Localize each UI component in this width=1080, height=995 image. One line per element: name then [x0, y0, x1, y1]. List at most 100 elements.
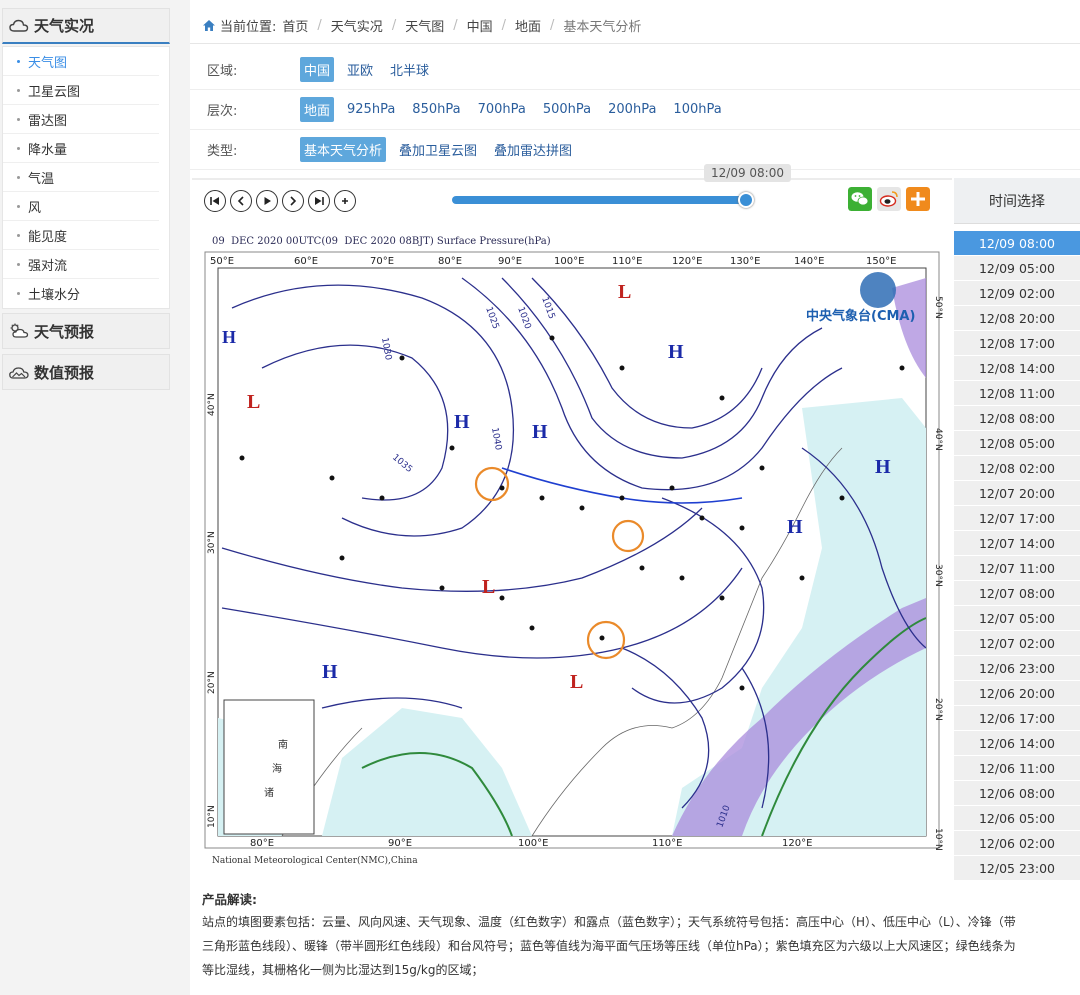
level-option-850[interactable]: 850hPa — [408, 99, 464, 120]
lon-label: 90°E — [498, 256, 522, 267]
time-item[interactable]: 12/06 05:00 — [954, 806, 1080, 831]
sidebar-item-label: 风 — [28, 197, 41, 216]
lon-label: 80°E — [250, 838, 274, 849]
time-item[interactable]: 12/09 02:00 — [954, 281, 1080, 306]
next-frame-button[interactable] — [282, 190, 304, 212]
cma-logo-text: 中央气象台(CMA) — [806, 308, 915, 324]
time-item[interactable]: 12/07 05:00 — [954, 606, 1080, 631]
add-share-button[interactable] — [906, 187, 930, 211]
zoom-in-icon — [339, 195, 351, 207]
level-option-200[interactable]: 200hPa — [604, 99, 660, 120]
time-item[interactable]: 12/08 02:00 — [954, 456, 1080, 481]
map-footer: National Meteorological Center(NMC),Chin… — [212, 856, 418, 866]
cma-logo-icon — [860, 272, 896, 308]
level-option-500[interactable]: 500hPa — [539, 99, 595, 120]
time-item[interactable]: 12/06 17:00 — [954, 706, 1080, 731]
breadcrumb-weather-obs[interactable]: 天气实况 — [331, 16, 383, 35]
level-option-700[interactable]: 700hPa — [474, 99, 530, 120]
time-item[interactable]: 12/06 23:00 — [954, 656, 1080, 681]
high-center-label: H — [532, 421, 548, 443]
sidebar-item-precipitation[interactable]: 降水量 — [3, 134, 159, 163]
lon-label: 80°E — [438, 256, 462, 267]
type-option-radar-overlay[interactable]: 叠加雷达拼图 — [490, 137, 576, 162]
sidebar-item-soil-moisture[interactable]: 土壤水分 — [3, 279, 159, 308]
type-option-basic[interactable]: 基本天气分析 — [300, 137, 386, 162]
longitude-labels-top: 50°E 60°E 70°E 80°E 90°E 100°E 110°E 120… — [210, 256, 896, 267]
mountain-cloud-icon — [9, 364, 29, 380]
time-item[interactable]: 12/08 08:00 — [954, 406, 1080, 431]
sidebar-item-temperature[interactable]: 气温 — [3, 163, 159, 192]
level-option-925[interactable]: 925hPa — [343, 99, 399, 120]
time-item[interactable]: 12/07 14:00 — [954, 531, 1080, 556]
time-item[interactable]: 12/06 08:00 — [954, 781, 1080, 806]
lon-label: 60°E — [294, 256, 318, 267]
time-item[interactable]: 12/07 11:00 — [954, 556, 1080, 581]
lat-label: 30°N — [933, 564, 943, 587]
time-item[interactable]: 12/08 20:00 — [954, 306, 1080, 331]
description-line: 等比湿线，其栅格化一侧为比湿达到15g/kg的区域； — [202, 958, 1080, 982]
filter-region: 区域: 中国 亚欧 北半球 — [190, 50, 1080, 90]
time-item[interactable]: 12/08 14:00 — [954, 356, 1080, 381]
region-option-eurasia[interactable]: 亚欧 — [343, 57, 377, 82]
lon-label: 130°E — [730, 256, 760, 267]
lat-label: 50°N — [933, 296, 943, 319]
prev-frame-button[interactable] — [230, 190, 252, 212]
sidebar-item-visibility[interactable]: 能见度 — [3, 221, 159, 250]
type-option-satellite-overlay[interactable]: 叠加卫星云图 — [395, 137, 481, 162]
time-item[interactable]: 12/09 05:00 — [954, 256, 1080, 281]
time-item[interactable]: 12/06 11:00 — [954, 756, 1080, 781]
bullet-icon — [17, 89, 20, 92]
time-item[interactable]: 12/06 14:00 — [954, 731, 1080, 756]
sidebar-item-wind[interactable]: 风 — [3, 192, 159, 221]
breadcrumb-weather-map[interactable]: 天气图 — [405, 16, 444, 35]
lat-label: 20°N — [933, 698, 943, 721]
sidebar-item-convection[interactable]: 强对流 — [3, 250, 159, 279]
breadcrumb-surface[interactable]: 地面 — [515, 16, 541, 35]
time-item[interactable]: 12/07 08:00 — [954, 581, 1080, 606]
lon-label: 50°E — [210, 256, 234, 267]
level-option-100[interactable]: 100hPa — [669, 99, 725, 120]
sidebar-item-radar[interactable]: 雷达图 — [3, 105, 159, 134]
time-item[interactable]: 12/08 11:00 — [954, 381, 1080, 406]
lat-label: 10°N — [207, 805, 217, 828]
wechat-share-button[interactable] — [848, 187, 872, 211]
category-label: 数值预报 — [34, 362, 94, 383]
weather-map-image[interactable]: 09 DEC 2020 00UTC(09 DEC 2020 08BJT) Sur… — [202, 230, 944, 870]
level-option-surface[interactable]: 地面 — [300, 97, 334, 122]
play-button[interactable] — [256, 190, 278, 212]
weibo-share-button[interactable] — [877, 187, 901, 211]
time-item[interactable]: 12/06 02:00 — [954, 831, 1080, 856]
time-item[interactable]: 12/08 05:00 — [954, 431, 1080, 456]
lon-label: 120°E — [782, 838, 812, 849]
time-selection-panel: 时间选择 12/09 08:0012/09 05:0012/09 02:0012… — [954, 178, 1080, 878]
region-option-north-hemisphere[interactable]: 北半球 — [386, 57, 433, 82]
time-item[interactable]: 12/09 08:00 — [954, 231, 1080, 256]
lon-label: 70°E — [370, 256, 394, 267]
sidebar-item-label: 气温 — [28, 168, 54, 187]
time-item[interactable]: 12/07 17:00 — [954, 506, 1080, 531]
region-option-china[interactable]: 中国 — [300, 57, 334, 82]
inset-label: 诸 — [264, 787, 274, 799]
first-frame-button[interactable] — [204, 190, 226, 212]
time-item[interactable]: 12/08 17:00 — [954, 331, 1080, 356]
lon-label: 150°E — [866, 256, 896, 267]
bullet-icon — [17, 147, 20, 150]
high-center-label: H — [454, 411, 470, 433]
breadcrumb-china[interactable]: 中国 — [467, 16, 493, 35]
breadcrumb-home[interactable]: 首页 — [282, 16, 308, 35]
sidebar-item-weather-map[interactable]: 天气图 — [3, 47, 159, 76]
category-weather-forecast[interactable]: 天气预报 — [2, 313, 170, 349]
last-frame-button[interactable] — [308, 190, 330, 212]
time-item[interactable]: 12/06 20:00 — [954, 681, 1080, 706]
sidebar-item-satellite[interactable]: 卫星云图 — [3, 76, 159, 105]
category-weather-observation[interactable]: 天气实况 — [2, 8, 170, 44]
bullet-icon — [17, 292, 20, 295]
time-item[interactable]: 12/07 20:00 — [954, 481, 1080, 506]
sidebar-item-label: 天气图 — [28, 52, 67, 71]
time-slider-track[interactable] — [452, 196, 748, 204]
time-item[interactable]: 12/07 02:00 — [954, 631, 1080, 656]
time-item[interactable]: 12/05 23:00 — [954, 856, 1080, 881]
zoom-button[interactable] — [334, 190, 356, 212]
category-numerical-forecast[interactable]: 数值预报 — [2, 354, 170, 390]
time-slider-handle[interactable] — [738, 192, 754, 208]
